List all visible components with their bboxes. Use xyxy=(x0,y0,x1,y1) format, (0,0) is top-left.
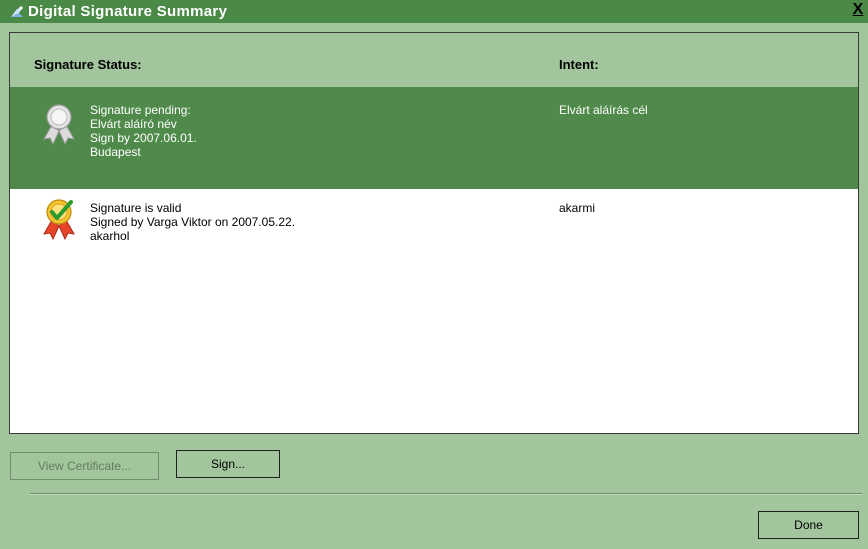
row-line: akarhol xyxy=(90,229,130,243)
row-line: Signature is valid xyxy=(90,201,182,215)
list-item-valid-signature[interactable]: Signature is valid Signed by Varga Vikto… xyxy=(10,189,858,433)
close-button[interactable]: X xyxy=(850,0,866,20)
done-button[interactable]: Done xyxy=(758,511,859,539)
list-header: Signature Status: Intent: xyxy=(10,33,858,87)
pending-signature-intent: Elvárt aláírás cél xyxy=(559,103,648,117)
valid-signature-intent: akarmi xyxy=(559,201,596,215)
separator xyxy=(30,493,862,495)
row-line: Budapest xyxy=(90,145,141,159)
view-certificate-button[interactable]: View Certificate... xyxy=(10,452,159,480)
window-title: Digital Signature Summary xyxy=(28,3,228,20)
row-line: Signed by Varga Viktor on 2007.05.22. xyxy=(90,215,296,229)
app-logo-icon xyxy=(11,6,23,17)
sign-button[interactable]: Sign... xyxy=(176,450,280,478)
digital-signature-summary-dialog: Digital Signature Summary X Signature St… xyxy=(0,0,868,549)
valid-signature-details: Signature is valid Signed by Varga Vikto… xyxy=(90,201,295,243)
pending-signature-details: Signature pending: Elvárt aláíró név Sig… xyxy=(90,103,197,159)
row-line: Sign by 2007.06.01. xyxy=(90,131,197,145)
row-line: Signature pending: xyxy=(90,103,191,117)
column-header-intent: Intent: xyxy=(559,57,599,72)
signature-list[interactable]: Signature Status: Intent: Signature pend… xyxy=(9,32,859,434)
ribbon-award-pending-icon xyxy=(43,104,75,145)
row-line: Elvárt aláíró név xyxy=(90,117,177,131)
list-item-pending-signature[interactable]: Signature pending: Elvárt aláíró név Sig… xyxy=(10,87,858,189)
title-bar[interactable]: Digital Signature Summary X xyxy=(0,0,868,23)
column-header-signature-status: Signature Status: xyxy=(34,57,142,72)
ribbon-award-valid-icon xyxy=(43,199,75,240)
